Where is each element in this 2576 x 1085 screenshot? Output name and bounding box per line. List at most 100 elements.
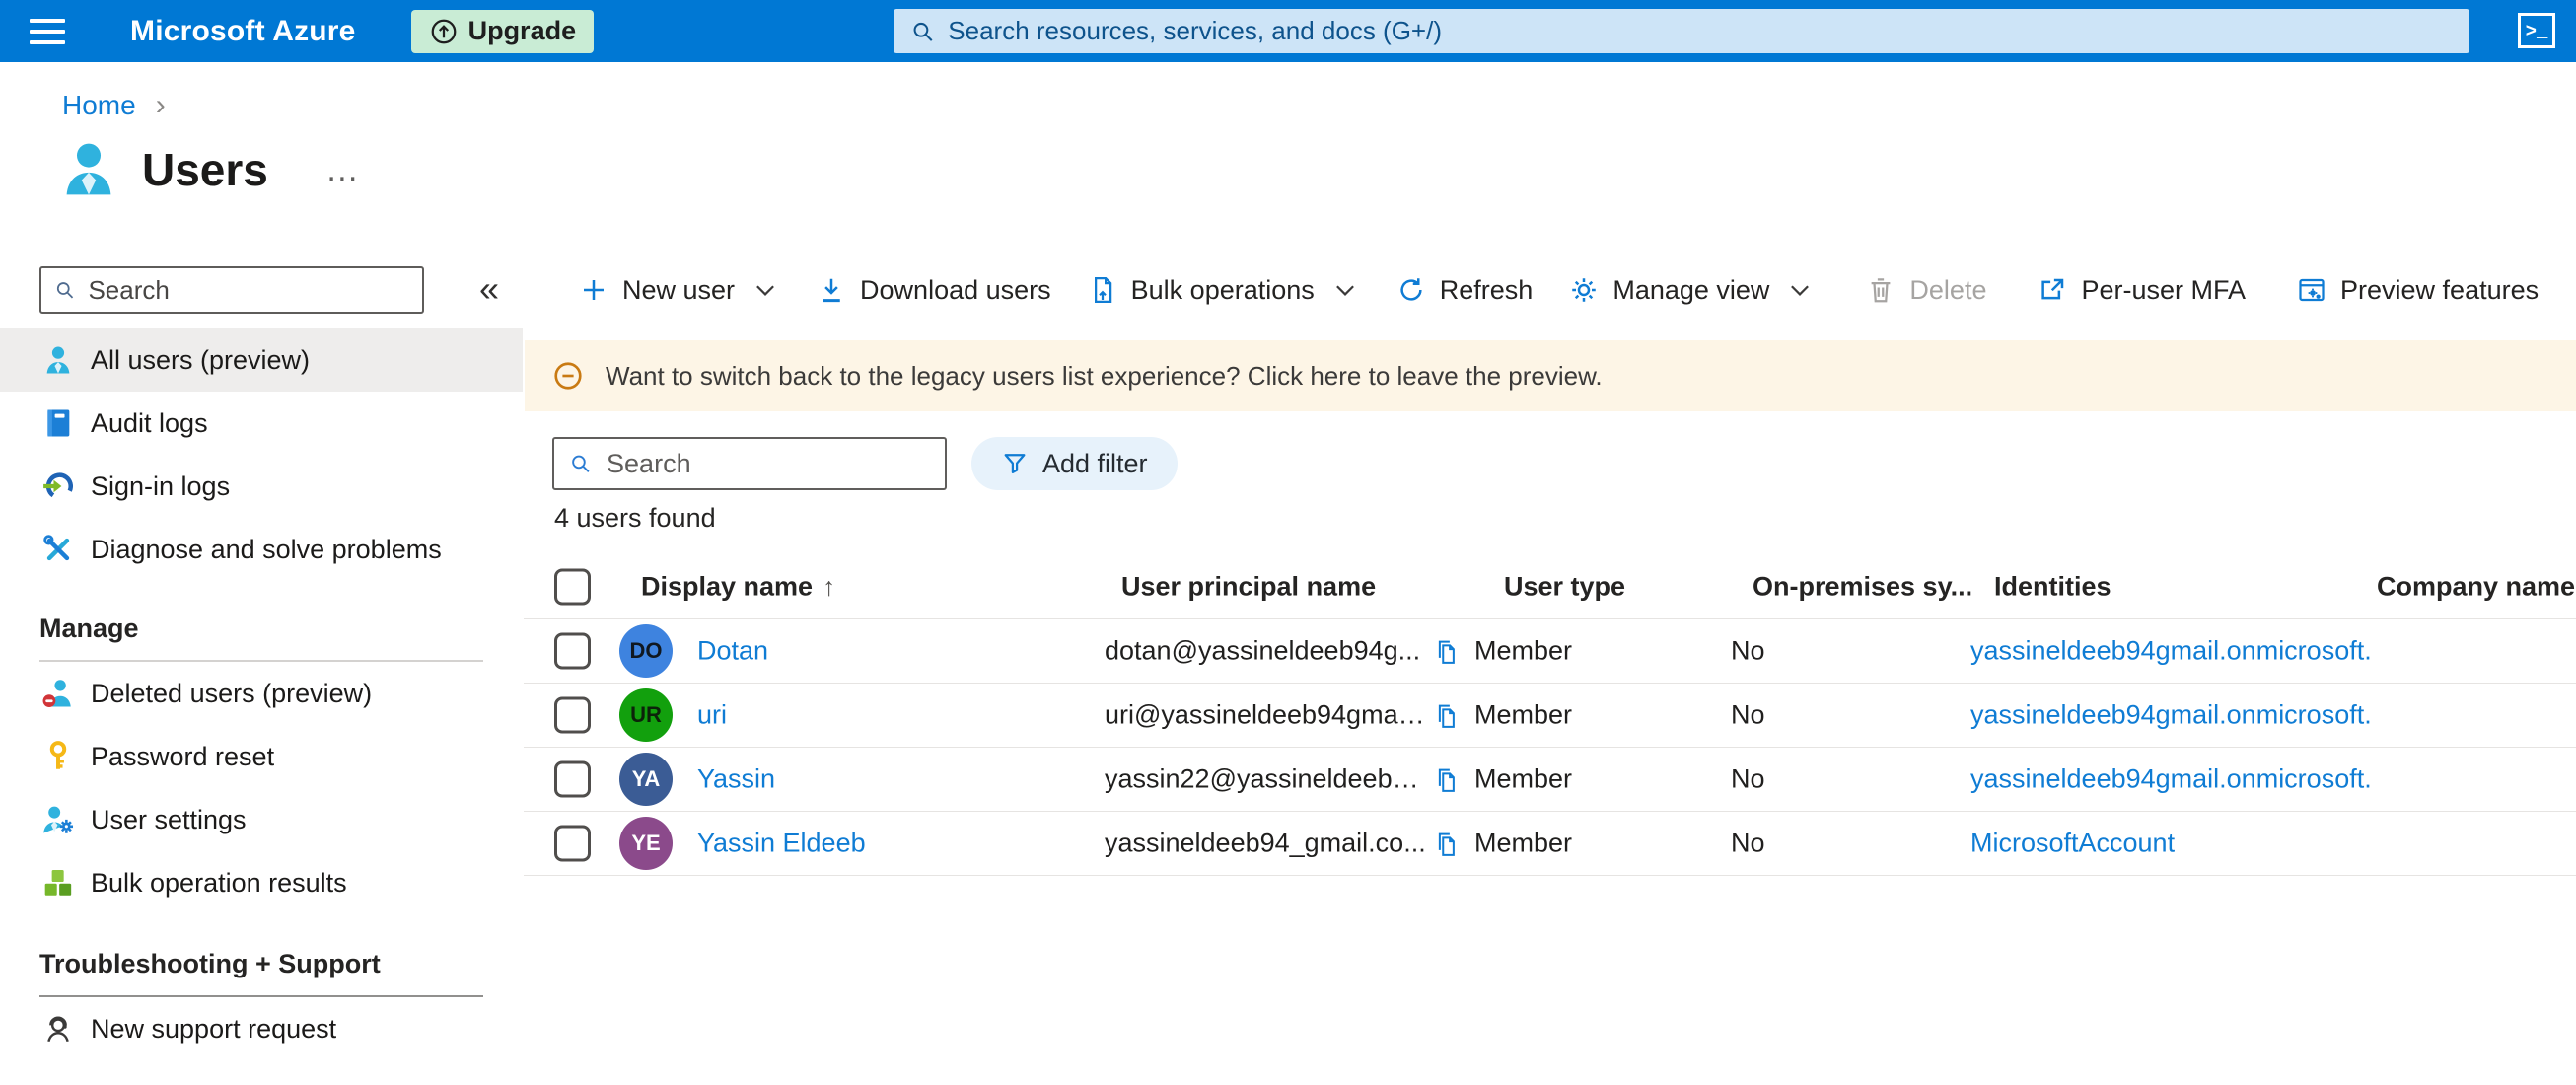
results-count: 4 users found <box>554 503 716 533</box>
diagnose-tools-icon <box>43 535 70 561</box>
user-settings-icon <box>43 806 74 833</box>
filter-funnel-icon <box>1004 454 1026 473</box>
sidebar-item-audit-logs[interactable]: Audit logs <box>0 392 523 455</box>
sort-ascending-icon: ↑ <box>823 571 836 601</box>
add-filter-button[interactable]: Add filter <box>971 437 1178 490</box>
avatar: YE <box>619 817 673 870</box>
page-header: Users … <box>57 138 362 201</box>
sidebar-section-troubleshooting: Troubleshooting + Support <box>39 948 381 978</box>
sidebar-item-new-support-request[interactable]: New support request <box>0 997 523 1060</box>
user-principal-name: uri@yassineldeeb94gmail.... <box>1105 699 1430 730</box>
sidebar-item-password-reset[interactable]: Password reset <box>0 725 523 788</box>
search-icon <box>56 282 74 299</box>
bulk-operations-icon <box>1094 277 1111 303</box>
avatar: YA <box>619 753 673 806</box>
table-row: YA Yassin yassin22@yassineldeeb94... Mem… <box>524 748 2576 812</box>
new-user-button[interactable]: New user <box>579 275 780 306</box>
main-content: New user Download users Bulk operations … <box>524 0 2576 1085</box>
column-header-upn[interactable]: User principal name <box>1121 571 1376 602</box>
sidebar-item-label: User settings <box>91 804 247 834</box>
refresh-button[interactable]: Refresh <box>1396 275 1533 306</box>
collapse-sidebar-icon[interactable]: « <box>479 268 499 310</box>
column-header-company-name[interactable]: Company name <box>2377 571 2575 602</box>
copy-icon[interactable] <box>1432 635 1462 667</box>
display-name-link[interactable]: Yassin <box>697 764 775 795</box>
audit-logs-icon <box>47 409 70 437</box>
sidebar-item-deleted-users[interactable]: Deleted users (preview) <box>0 662 523 725</box>
preview-banner[interactable]: Want to switch back to the legacy users … <box>525 340 2576 411</box>
sidebar-item-label: All users (preview) <box>91 344 311 375</box>
chevron-right-icon: › <box>155 89 166 121</box>
azure-brand[interactable]: Microsoft Azure <box>130 15 356 48</box>
search-icon <box>572 455 590 473</box>
preview-features-button[interactable]: Preview features <box>2297 275 2539 306</box>
user-type: Member <box>1474 763 1573 794</box>
users-page-icon <box>66 143 111 195</box>
users-search[interactable] <box>552 437 947 490</box>
per-user-mfa-button[interactable]: Per-user MFA <box>2038 275 2246 306</box>
filter-row: Add filter <box>552 437 1178 490</box>
sidebar-search-input[interactable] <box>88 274 410 306</box>
preview-features-icon <box>2299 278 2325 302</box>
select-all-checkbox[interactable] <box>554 568 591 605</box>
sidebar-section-manage: Manage <box>39 613 139 643</box>
on-premises-sync: No <box>1731 763 1765 794</box>
column-header-on-premises[interactable]: On-premises sy... <box>1753 571 1972 602</box>
sidebar-item-label: Deleted users (preview) <box>91 678 373 708</box>
row-checkbox[interactable] <box>554 760 591 798</box>
sidebar-item-user-settings[interactable]: User settings <box>0 788 523 851</box>
row-checkbox[interactable] <box>554 825 591 862</box>
deleted-user-icon <box>42 680 71 708</box>
users-search-input[interactable] <box>607 448 931 479</box>
identities-link[interactable]: MicrosoftAccount <box>1970 829 2175 859</box>
delete-button[interactable]: Delete <box>1866 275 1986 306</box>
column-header-identities[interactable]: Identities <box>1994 571 2111 602</box>
row-checkbox[interactable] <box>554 696 591 734</box>
copy-icon[interactable] <box>1432 828 1462 859</box>
user-principal-name: dotan@yassineldeeb94g... <box>1105 635 1421 666</box>
user-type: Member <box>1474 635 1573 666</box>
sidebar-item-sign-in-logs[interactable]: Sign-in logs <box>0 455 523 518</box>
identities-link[interactable]: yassineldeeb94gmail.onmicrosoft. <box>1970 700 2372 731</box>
chevron-down-icon <box>1791 285 1810 296</box>
display-name-link[interactable]: Yassin Eldeeb <box>697 829 866 859</box>
user-type: Member <box>1474 699 1573 730</box>
on-premises-sync: No <box>1731 635 1765 666</box>
copy-icon[interactable] <box>1432 763 1462 795</box>
cubes-icon <box>44 869 72 896</box>
sidebar-search[interactable] <box>39 266 424 314</box>
table-row: UR uri uri@yassineldeeb94gmail.... Membe… <box>524 684 2576 748</box>
user-type: Member <box>1474 828 1573 858</box>
table-row: DO Dotan dotan@yassineldeeb94g... Member… <box>524 619 2576 684</box>
trash-icon <box>1872 278 1891 303</box>
sidebar-item-label: Audit logs <box>91 407 208 438</box>
column-header-user-type[interactable]: User type <box>1504 571 1625 602</box>
sign-in-logs-icon <box>43 472 74 500</box>
row-checkbox[interactable] <box>554 632 591 670</box>
sidebar-item-bulk-operation-results[interactable]: Bulk operation results <box>0 851 523 914</box>
sidebar-item-all-users[interactable]: All users (preview) <box>0 328 523 392</box>
manage-view-button[interactable]: Manage view <box>1569 275 1815 306</box>
sidebar-item-diagnose[interactable]: Diagnose and solve problems <box>0 518 523 581</box>
azure-portal: Microsoft Azure Upgrade >_ Home › Users … <box>0 0 2576 1085</box>
display-name-link[interactable]: uri <box>697 700 727 731</box>
display-name-link[interactable]: Dotan <box>697 636 768 667</box>
more-options-icon[interactable]: … <box>325 151 362 189</box>
breadcrumb-home-link[interactable]: Home <box>62 90 136 121</box>
avatar: DO <box>619 624 673 678</box>
hamburger-menu-icon[interactable] <box>30 18 65 44</box>
copy-icon[interactable] <box>1432 699 1462 731</box>
identities-link[interactable]: yassineldeeb94gmail.onmicrosoft. <box>1970 636 2372 667</box>
sidebar-item-label: Bulk operation results <box>91 867 347 898</box>
download-users-button[interactable]: Download users <box>817 275 1051 306</box>
user-principal-name: yassin22@yassineldeeb94... <box>1105 763 1430 794</box>
sidebar-item-label: Diagnose and solve problems <box>91 534 442 564</box>
chevron-down-icon <box>756 285 774 296</box>
arrow-up-circle-icon <box>431 19 456 43</box>
bulk-operations-button[interactable]: Bulk operations <box>1088 275 1360 306</box>
column-header-display-name[interactable]: Display name ↑ <box>641 571 835 602</box>
table-header-row: Display name ↑ User principal name User t… <box>524 554 2576 619</box>
identities-link[interactable]: yassineldeeb94gmail.onmicrosoft. <box>1970 764 2372 795</box>
sidebar-item-label: New support request <box>91 1013 337 1044</box>
users-table: Display name ↑ User principal name User t… <box>524 554 2576 876</box>
